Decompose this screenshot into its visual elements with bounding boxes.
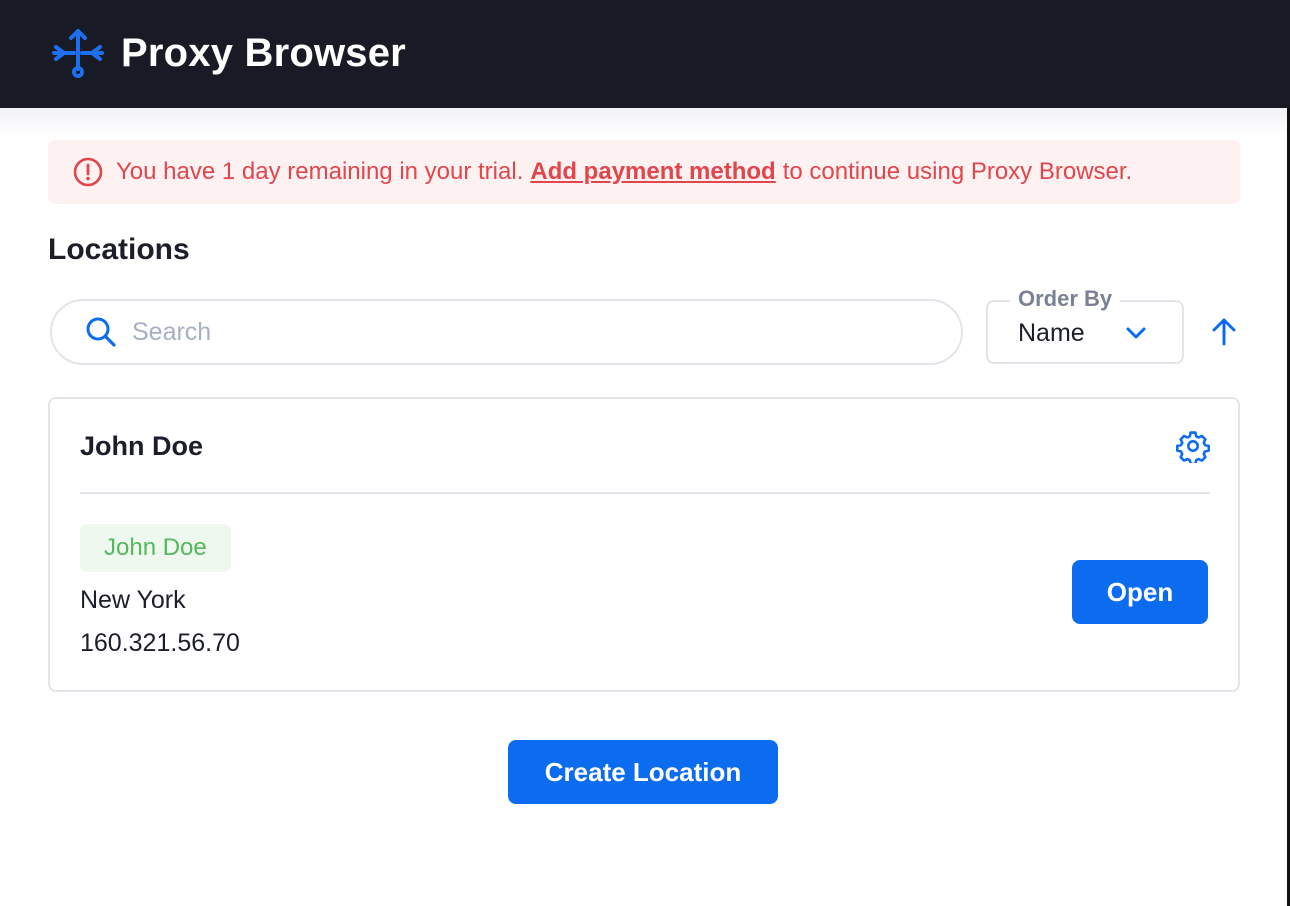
open-button[interactable]: Open [1072,560,1208,624]
trial-alert: You have 1 day remaining in your trial. … [48,140,1240,204]
order-by-label: Order By [1010,286,1121,312]
search-input[interactable] [132,317,892,347]
card-divider [80,492,1210,494]
chevron-down-icon [1126,327,1146,339]
location-tag: John Doe [80,524,231,572]
search-icon [86,317,116,347]
exclamation-circle-icon [73,157,103,187]
arrow-up-icon[interactable] [1208,316,1240,348]
alert-text-after: to continue using Proxy Browser. [782,158,1133,185]
app-title: Proxy Browser [121,31,406,75]
alert-text-before: You have 1 day remaining in your trial. [116,158,524,185]
header-shadow [0,108,1287,138]
location-city: New York [80,586,186,614]
routing-arrows-icon [52,29,104,78]
order-by-value: Name [1018,319,1085,347]
top-bar: Proxy Browser [0,0,1290,108]
location-card: John Doe John Doe New York 160.321.56.70… [48,397,1240,692]
gear-icon[interactable] [1176,429,1210,463]
location-name: John Doe [80,431,204,461]
order-by-select[interactable]: Order By Name [986,286,1184,364]
create-location-button[interactable]: Create Location [508,740,778,804]
location-ip: 160.321.56.70 [80,629,240,657]
search-box[interactable] [50,299,963,365]
locations-heading: Locations [48,233,190,266]
add-payment-method-link[interactable]: Add payment method [530,158,775,186]
